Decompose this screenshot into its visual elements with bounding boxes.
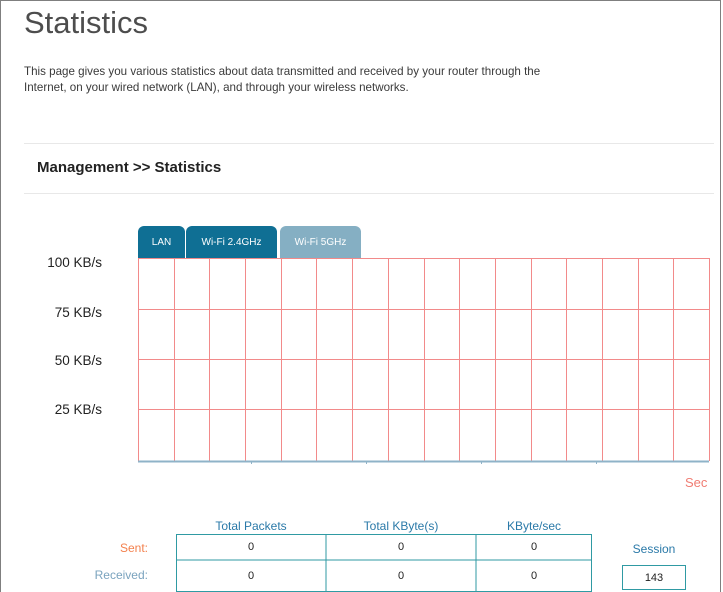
sent-total-packets: 0 (247, 541, 255, 553)
traffic-graph (138, 258, 710, 464)
row-label-received: Received: (94, 568, 148, 582)
sent-total-kbytes: 0 (397, 541, 405, 553)
column-header-total-kbytes: Total KByte(s) (363, 519, 439, 533)
session-label: Session (632, 542, 676, 556)
x-axis-unit-label: Sec (685, 475, 708, 490)
row-label-sent: Sent: (119, 541, 148, 555)
column-header-total-packets: Total Packets (215, 519, 287, 533)
received-total-kbytes: 0 (397, 570, 405, 582)
session-count: 143 (622, 565, 686, 590)
received-total-packets: 0 (247, 570, 255, 582)
column-header-kbyte-per-sec: KByte/sec (506, 519, 562, 533)
received-kbyte-per-sec: 0 (530, 570, 538, 582)
sent-kbyte-per-sec: 0 (530, 541, 538, 553)
